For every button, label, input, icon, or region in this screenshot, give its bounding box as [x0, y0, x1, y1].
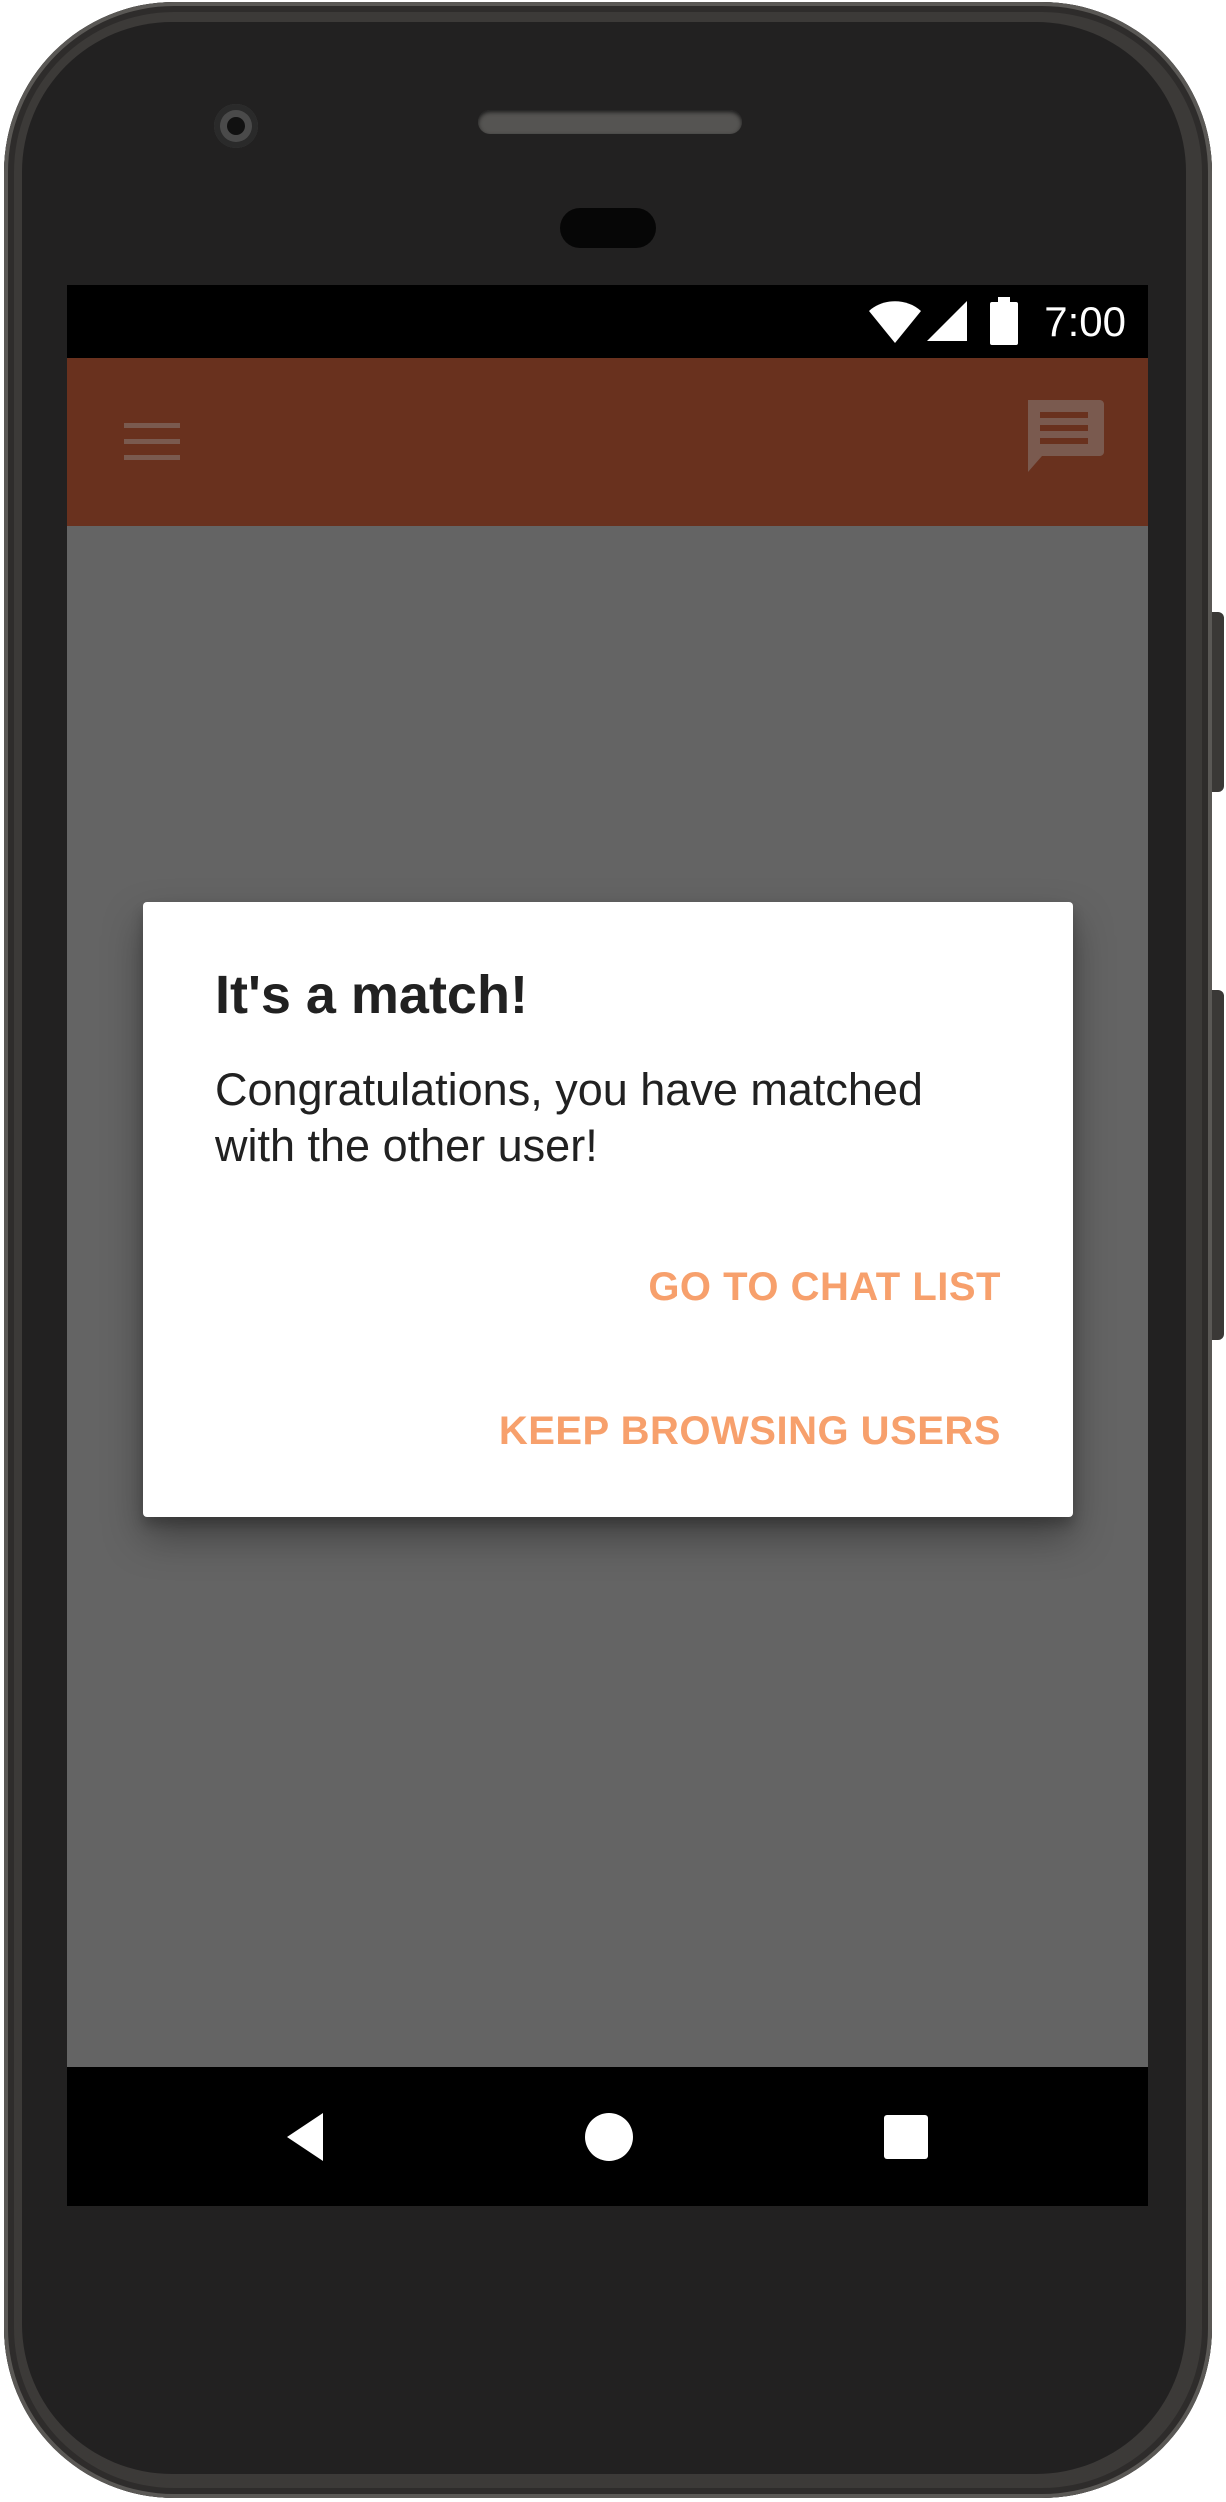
volume-button	[1212, 612, 1224, 792]
signal-icon	[927, 301, 967, 341]
keep-browsing-users-button[interactable]: KEEP BROWSING USERS	[499, 1406, 1001, 1456]
chat-icon[interactable]	[1022, 396, 1106, 480]
go-to-chat-list-button[interactable]: GO TO CHAT LIST	[648, 1262, 1001, 1312]
status-bar: 7:00	[67, 285, 1148, 358]
navigation-bar	[67, 2067, 1148, 2206]
back-icon[interactable]	[279, 2107, 339, 2167]
match-dialog: It's a match! Congratulations, you have …	[143, 902, 1073, 1517]
recents-icon[interactable]	[876, 2107, 936, 2167]
home-icon[interactable]	[579, 2107, 639, 2167]
phone-frame: 7:00 It's a match! Congratulations, you …	[0, 0, 1226, 2502]
app-bar	[67, 358, 1148, 526]
proximity-sensor	[560, 208, 656, 248]
battery-icon	[990, 297, 1018, 345]
wifi-icon	[869, 301, 921, 343]
front-camera	[214, 104, 258, 148]
power-button	[1212, 990, 1224, 1340]
dialog-title: It's a match!	[215, 965, 528, 1025]
earpiece-speaker	[478, 110, 742, 134]
dialog-message: Congratulations, you have matched with t…	[215, 1064, 923, 1171]
menu-icon[interactable]	[122, 418, 182, 466]
screen: 7:00 It's a match! Congratulations, you …	[67, 285, 1148, 2206]
status-time: 7:00	[1044, 298, 1126, 345]
